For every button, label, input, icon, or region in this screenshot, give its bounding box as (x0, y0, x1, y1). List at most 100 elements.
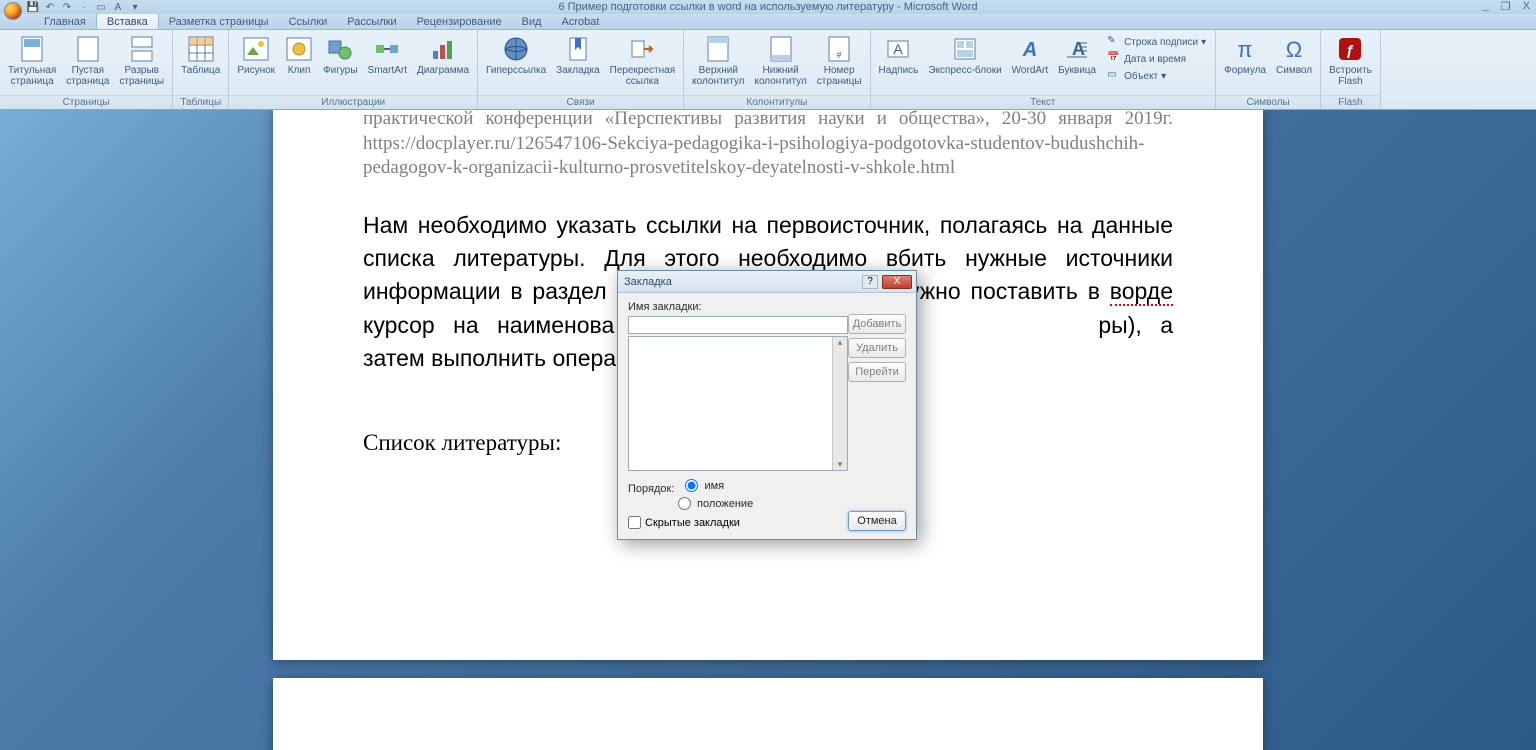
crossref-button[interactable]: Перекрестная ссылка (606, 32, 679, 90)
sort-label: Порядок: (628, 483, 674, 495)
datetime-button[interactable]: 📅Дата и время (1104, 51, 1209, 67)
dropdown-icon: ▾ (1201, 37, 1206, 48)
scrollbar[interactable]: ▴▾ (832, 337, 847, 470)
scroll-down-icon[interactable]: ▾ (838, 459, 843, 470)
picture-icon (242, 35, 270, 63)
bookmark-name-input[interactable] (628, 316, 848, 334)
shapes-icon (326, 35, 354, 63)
clip-button[interactable]: Клип (281, 32, 317, 79)
dropcap-icon: A (1063, 35, 1091, 63)
add-button[interactable]: Добавить (848, 314, 906, 334)
textbox-icon: A (884, 35, 912, 63)
picture-button[interactable]: Рисунок (233, 32, 279, 79)
chart-button[interactable]: Диаграмма (413, 32, 473, 79)
font-color-icon[interactable]: A (111, 1, 125, 13)
office-button[interactable] (4, 2, 22, 20)
goto-button[interactable]: Перейти (848, 362, 906, 382)
dialog-title: Закладка (624, 276, 672, 288)
footer-button[interactable]: Нижний колонтитул (750, 32, 810, 90)
save-icon[interactable]: 💾 (26, 1, 40, 13)
dialog-close-button[interactable]: X (882, 275, 912, 289)
hidden-bookmarks-checkbox[interactable] (628, 516, 641, 529)
group-pages: Страницы (0, 95, 172, 109)
bookmark-name-label: Имя закладки: (628, 301, 906, 313)
sort-name-radio[interactable] (685, 479, 698, 492)
quickparts-button[interactable]: Экспресс-блоки (924, 32, 1005, 79)
page-break-button[interactable]: Разрыв страницы (115, 32, 168, 90)
tab-home[interactable]: Главная (34, 14, 96, 29)
blank-page-button[interactable]: Пустая страница (62, 32, 113, 90)
tab-acrobat[interactable]: Acrobat (552, 14, 610, 29)
object-icon: ▭ (1107, 69, 1121, 83)
clip-icon (285, 35, 313, 63)
hyperlink-button[interactable]: Гиперссылка (482, 32, 550, 79)
svg-text:A: A (1022, 39, 1037, 61)
svg-text:#: # (837, 50, 842, 60)
symbol-icon: Ω (1280, 35, 1308, 63)
page-2: Лазарев В.С. Концептуальная модель форми… (273, 678, 1263, 750)
table-icon (187, 35, 215, 63)
group-headerfooter: Колонтитулы (684, 95, 869, 109)
wordart-button[interactable]: AWordArt (1008, 32, 1053, 79)
quickparts-icon (951, 35, 979, 63)
chart-icon (429, 35, 457, 63)
title-bar: 💾 ↶ ↷ · ▭ A ▾ 6 Пример подготовки ссылки… (0, 0, 1536, 14)
table-button[interactable]: Таблица (177, 32, 224, 79)
wordart-icon: A (1016, 35, 1044, 63)
hidden-bookmarks-label: Скрытые закладки (645, 517, 740, 529)
flash-button[interactable]: ƒВстроить Flash (1325, 32, 1376, 90)
dropcap-button[interactable]: AБуквица (1054, 32, 1100, 79)
group-tables: Таблицы (173, 95, 228, 109)
undo-icon[interactable]: ↶ (43, 1, 57, 13)
signature-icon: ✎ (1107, 35, 1121, 49)
scroll-up-icon[interactable]: ▴ (838, 337, 843, 348)
tab-layout[interactable]: Разметка страницы (159, 14, 279, 29)
ribbon-tabs: Главная Вставка Разметка страницы Ссылки… (0, 14, 1536, 30)
equation-button[interactable]: πФормула (1220, 32, 1270, 79)
close-button[interactable]: X (1523, 0, 1530, 13)
header-button[interactable]: Верхний колонтитул (688, 32, 748, 90)
footer-icon (767, 35, 795, 63)
cover-page-button[interactable]: Титульная страница (4, 32, 60, 90)
dialog-help-button[interactable]: ? (862, 275, 878, 289)
smartart-icon (373, 35, 401, 63)
bookmark-button[interactable]: Закладка (552, 32, 603, 79)
restore-button[interactable]: ❐ (1501, 0, 1511, 13)
print-preview-icon[interactable]: ▭ (94, 1, 108, 13)
pagenum-button[interactable]: #Номер страницы (813, 32, 866, 90)
svg-text:ƒ: ƒ (1346, 42, 1354, 59)
cancel-button[interactable]: Отмена (848, 511, 906, 531)
textbox-button[interactable]: AНадпись (875, 32, 923, 79)
svg-text:π: π (1238, 37, 1253, 62)
blank-page-icon (74, 35, 102, 63)
dialog-titlebar[interactable]: Закладка ? X (618, 271, 916, 293)
delete-button[interactable]: Удалить (848, 338, 906, 358)
bookmark-icon (564, 35, 592, 63)
doc-gray-text: практической конференции «Перспективы ра… (363, 110, 1173, 181)
shapes-button[interactable]: Фигуры (319, 32, 361, 79)
dropdown-icon: ▾ (1161, 71, 1166, 82)
quick-access-toolbar: 💾 ↶ ↷ · ▭ A ▾ (26, 0, 142, 14)
calendar-icon: 📅 (1107, 52, 1121, 66)
symbol-button[interactable]: ΩСимвол (1272, 32, 1316, 79)
group-links: Связи (478, 95, 683, 109)
tab-insert[interactable]: Вставка (96, 13, 159, 29)
tab-references[interactable]: Ссылки (279, 14, 338, 29)
smartart-button[interactable]: SmartArt (364, 32, 411, 79)
object-button[interactable]: ▭Объект▾ (1104, 68, 1209, 84)
tab-mailings[interactable]: Рассылки (337, 14, 406, 29)
cover-page-icon (18, 35, 46, 63)
flash-icon: ƒ (1336, 35, 1364, 63)
redo-icon[interactable]: ↷ (60, 1, 74, 13)
svg-text:A: A (1072, 39, 1085, 59)
group-symbols: Символы (1216, 95, 1320, 109)
minimize-button[interactable]: _ (1483, 0, 1489, 13)
tab-view[interactable]: Вид (512, 14, 552, 29)
sort-location-radio[interactable] (678, 497, 691, 510)
group-illustrations: Иллюстрации (229, 95, 477, 109)
qat-dropdown-icon[interactable]: ▾ (128, 1, 142, 13)
bookmark-list[interactable]: ▴▾ (628, 336, 848, 471)
signature-line-button[interactable]: ✎Строка подписи▾ (1104, 34, 1209, 50)
tab-review[interactable]: Рецензирование (407, 14, 512, 29)
svg-text:A: A (894, 41, 904, 57)
